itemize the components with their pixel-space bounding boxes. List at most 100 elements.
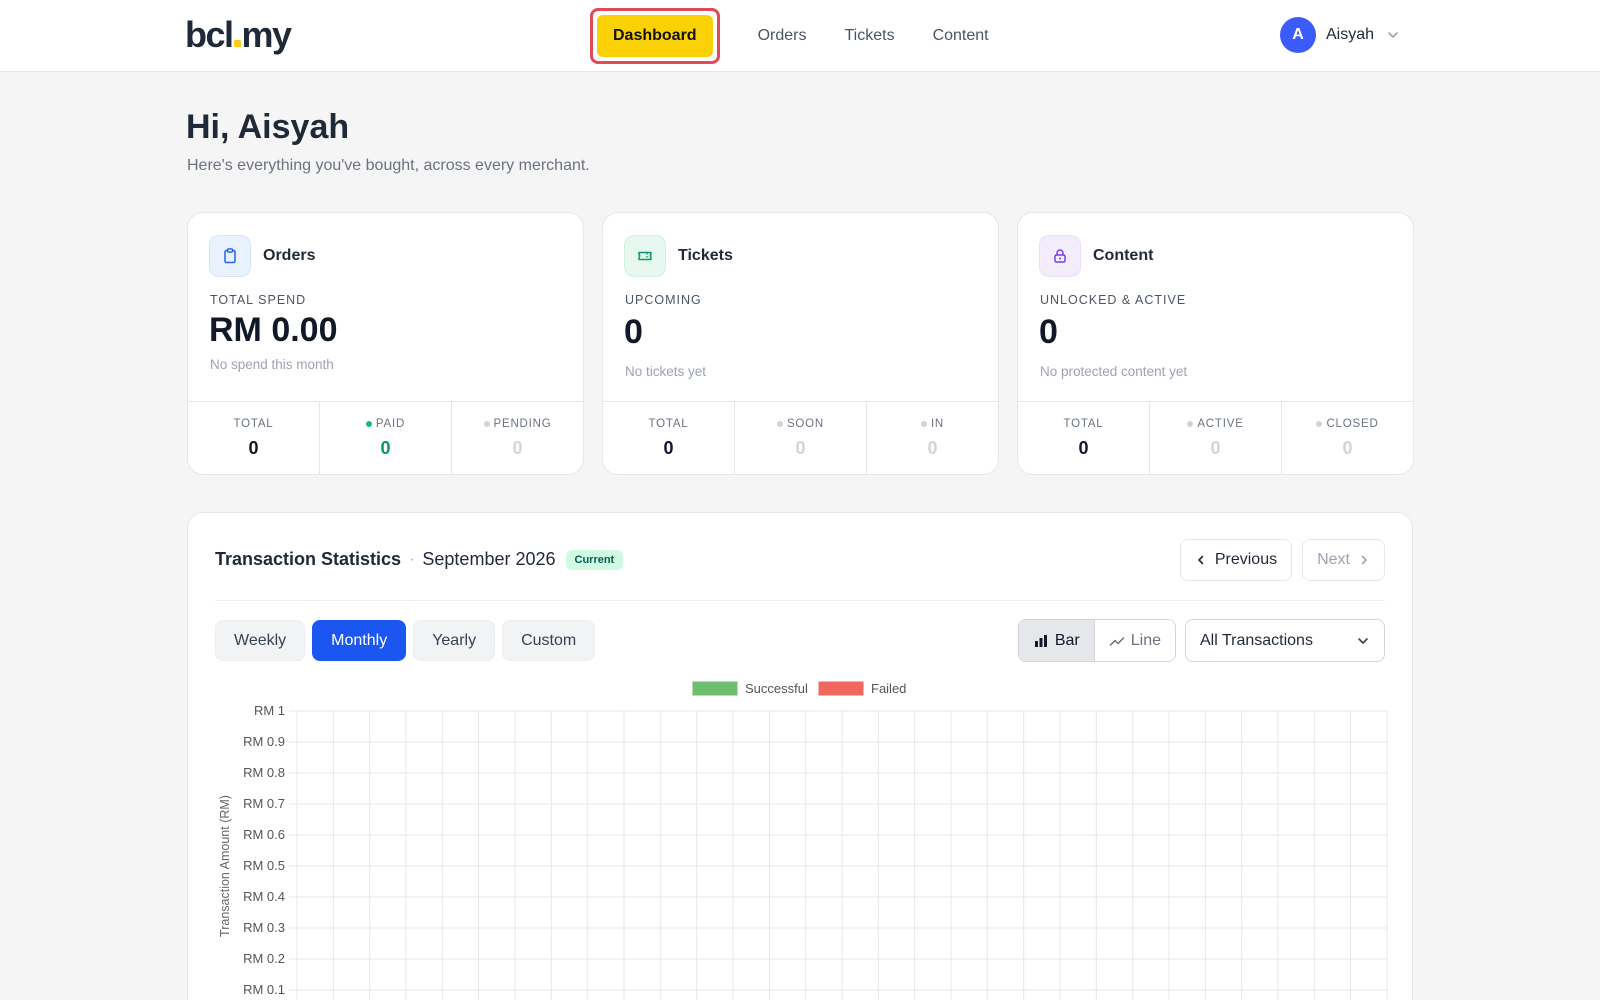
stat-total: TOTAL 0 [188,402,320,474]
stat-value: 0 [927,438,938,458]
line-label: Line [1130,631,1161,649]
lock-icon [1039,235,1081,277]
y-tick-label: RM 0.4 [243,889,285,904]
card-title: Tickets [678,247,733,264]
line-chart-icon [1109,636,1124,646]
nav-item-tickets[interactable]: Tickets [844,27,894,45]
panel-header: Transaction Statistics · September 2026 … [215,549,624,570]
y-tick-label: RM 1 [254,703,285,718]
user-name: Aisyah [1325,26,1374,43]
y-tick-label: RM 0.2 [243,951,285,966]
status-dot [776,421,783,427]
line-chart-button[interactable]: Line [1094,620,1175,661]
card-header: Tickets [624,235,733,277]
card-title: Orders [263,247,316,264]
tickets-card[interactable]: Tickets UPCOMING 0 No tickets yet TOTAL … [602,212,999,475]
tab-yearly[interactable]: Yearly [413,620,496,661]
main-nav: Dashboard Orders Tickets Content [590,7,989,65]
stat-value: 0 [248,438,259,458]
page-title: Hi, Aisyah [186,108,350,146]
card-header: Orders [209,235,315,277]
month-pager: Previous Next [1179,539,1385,581]
stat-active: ACTIVE 0 [1150,402,1282,474]
stat-label: IN [867,418,998,430]
transaction-filter-select[interactable]: All Transactions [1185,619,1385,662]
avatar: A [1279,17,1316,53]
bar-chart-button[interactable]: Bar [1018,620,1095,661]
y-tick-label: RM 0.1 [243,982,285,997]
ticket-icon [624,235,666,277]
next-button[interactable]: Next [1302,539,1385,581]
user-menu[interactable]: A Aisyah [1279,17,1400,53]
chevron-down-icon [1358,637,1368,644]
card-metric-value: RM 0.00 [209,311,338,349]
card-stats: TOTAL 0 SOON 0 IN 0 [603,401,998,474]
logo-text-left: bcl [185,14,234,55]
stat-value: 0 [380,438,391,458]
y-tick-label: RM 0.5 [243,858,285,873]
select-value: All Transactions [1200,631,1313,649]
stat-value: 0 [512,438,523,458]
card-subtext: No spend this month [210,357,334,372]
card-metric-value: 0 [624,313,643,351]
stat-label: PENDING [452,418,583,430]
transaction-statistics-panel: Transaction Statistics · September 2026 … [187,512,1413,1000]
stat-total: TOTAL 0 [1018,402,1150,474]
card-header: Content [1039,235,1153,277]
tab-monthly[interactable]: Monthly [312,620,407,661]
status-dot [1316,421,1323,427]
y-axis-label: Transaction Amount (RM) [218,795,232,937]
transaction-chart: RM 1 RM 0.9 RM 0.8 RM 0.7 RM 0.6 RM 0.5 RM 0.4… [218,681,1388,1000]
tab-weekly[interactable]: Weekly [215,620,306,661]
stat-paid: PAID 0 [320,402,452,474]
logo-dot [233,40,241,47]
stat-total: TOTAL 0 [603,402,735,474]
legend-label: Failed [871,681,906,696]
card-title: Content [1093,247,1154,264]
nav-item-dashboard[interactable]: Dashboard [597,15,713,57]
stat-label: PAID [320,418,451,430]
chevron-down-icon [1388,32,1398,38]
bar-chart-icon [1034,634,1047,647]
card-metric-label: UNLOCKED & ACTIVE [1040,293,1187,307]
status-dot [365,421,372,427]
stat-label: TOTAL [233,418,274,430]
orders-card[interactable]: Orders TOTAL SPEND RM 0.00 No spend this… [187,212,584,475]
legend-swatch [692,681,738,696]
status-dot [920,421,927,427]
current-month: September 2026 [422,549,556,569]
stat-value: 0 [1210,438,1221,458]
top-nav: bcl my Dashboard Orders Tickets Content A… [0,0,1600,72]
legend-label: Successful [745,681,808,696]
y-tick-label: RM 0.8 [243,765,285,780]
stat-soon: SOON 0 [735,402,867,474]
nav-item-content[interactable]: Content [933,27,989,45]
card-subtext: No tickets yet [625,364,707,379]
chart-controls: Bar Line All Transactions [1017,619,1385,662]
content-card[interactable]: Content UNLOCKED & ACTIVE 0 No protected… [1017,212,1414,475]
previous-button[interactable]: Previous [1179,539,1293,581]
chevron-left-icon [1198,555,1204,565]
card-subtext: No protected content yet [1040,364,1188,379]
stat-closed: CLOSED 0 [1282,402,1413,474]
next-label: Next [1317,551,1350,568]
chart-type-toggle: Bar Line [1017,619,1176,662]
y-tick-label: RM 0.7 [243,796,285,811]
stat-value: 0 [663,438,674,458]
stat-in: IN 0 [867,402,998,474]
card-metric-label: UPCOMING [625,293,702,307]
title-separator: · [409,550,415,568]
stat-label: TOTAL [648,418,689,430]
status-dot [483,421,490,427]
stat-pending: PENDING 0 [452,402,583,474]
tab-custom[interactable]: Custom [502,620,596,661]
stat-label: TOTAL [1063,418,1104,430]
stat-label: SOON [735,418,866,430]
stat-value: 0 [1078,438,1089,458]
card-metric-label: TOTAL SPEND [210,293,307,307]
y-tick-label: RM 0.6 [243,827,285,842]
legend-swatch [818,681,864,696]
nav-item-orders[interactable]: Orders [758,27,807,45]
brand-logo[interactable]: bcl my [185,14,292,56]
card-stats: TOTAL 0 PAID 0 PENDING 0 [188,401,583,474]
